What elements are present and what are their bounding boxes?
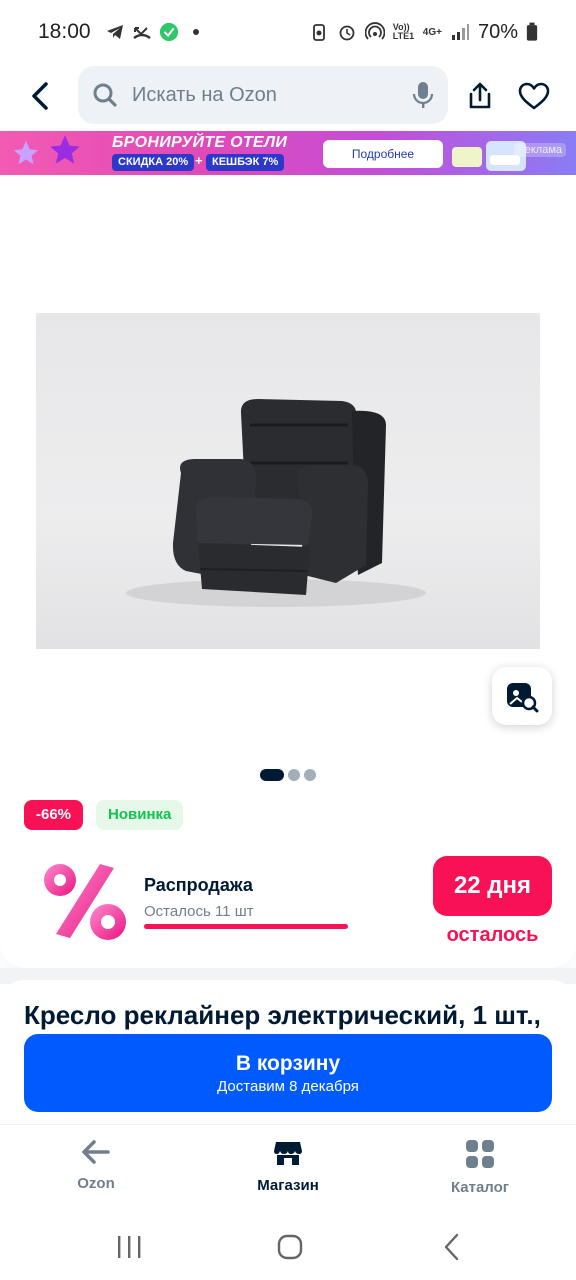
cart-button-label: В корзину — [235, 1051, 341, 1075]
nav-item-store[interactable]: Магазин — [228, 1139, 348, 1194]
nav-item-ozon[interactable]: Ozon — [36, 1139, 156, 1192]
pager-dot[interactable] — [288, 769, 300, 781]
banner-title: БРОНИРУЙТЕ ОТЕЛИ — [112, 134, 288, 151]
nav-label: Магазин — [257, 1177, 319, 1194]
image-search-icon — [507, 683, 539, 713]
star-decoration-icon — [13, 140, 39, 165]
status-bar: 18:00 Vo)) LTE1 4G+ 70% — [0, 0, 576, 64]
hotspot-icon — [364, 22, 385, 40]
header — [0, 64, 576, 128]
recliner-chair-image — [126, 399, 426, 607]
banner-cashback-chip: КЕШБЭК 7% — [206, 154, 285, 171]
battery-saver-icon — [312, 24, 325, 41]
delivery-date: Доставим 8 декабря — [217, 1077, 359, 1095]
share-icon — [469, 82, 491, 109]
discount-badge: -66% — [24, 800, 84, 830]
add-to-cart-button[interactable]: В корзину Доставим 8 декабря — [24, 1034, 552, 1112]
telegram-icon — [106, 25, 123, 39]
banner-discount-chip: СКИДКА 20% — [112, 154, 195, 171]
nav-item-catalog[interactable]: Каталог — [420, 1139, 540, 1196]
alarm-icon — [339, 25, 355, 41]
network-type-label: 4G+ — [422, 26, 442, 38]
battery-percent: 70% — [477, 20, 518, 43]
sale-progress-bar — [144, 924, 348, 929]
new-badge: Новинка — [96, 800, 184, 830]
product-image[interactable] — [36, 313, 540, 649]
product-title: Кресло реклайнер электрический, 1 шт., — [24, 1000, 541, 1030]
gallery-pager[interactable] — [260, 769, 316, 781]
pager-dot-active[interactable] — [260, 769, 284, 781]
sale-remaining: Осталось 11 шт — [144, 903, 254, 920]
recent-apps-icon — [118, 1236, 141, 1258]
photo-search-button[interactable] — [492, 667, 552, 725]
product-title-card: Кресло реклайнер электрический, 1 шт., — [0, 980, 576, 1040]
nav-label: Каталог — [450, 1179, 510, 1196]
percent-icon — [44, 864, 126, 940]
system-nav-bar — [0, 1210, 576, 1280]
pager-dot[interactable] — [304, 769, 316, 781]
banner-plus: + — [195, 153, 203, 168]
ad-label: Реклама — [513, 143, 566, 157]
ad-banner[interactable]: БРОНИРУЙТЕ ОТЕЛИ СКИДКА 20% + КЕШБЭК 7% … — [0, 131, 576, 175]
system-back-button[interactable] — [432, 1232, 472, 1262]
sale-title: Распродажа — [144, 875, 253, 895]
chevron-left-icon — [444, 1233, 459, 1261]
days-left-label: осталось — [446, 924, 539, 946]
recent-apps-button[interactable] — [109, 1232, 149, 1262]
nav-label: Ozon — [77, 1175, 115, 1192]
share-button[interactable] — [462, 78, 498, 114]
grid-icon — [466, 1140, 494, 1168]
shield-check-icon — [159, 22, 178, 42]
volte-label: Vo)) LTE1 — [392, 22, 415, 41]
days-left-badge: 22 дня — [433, 856, 552, 916]
microphone-icon[interactable] — [412, 81, 434, 109]
status-time: 18:00 — [38, 20, 91, 43]
home-icon — [277, 1234, 303, 1260]
sale-card[interactable]: Распродажа Осталось 11 шт 22 дня осталос… — [0, 842, 576, 968]
store-icon — [274, 1142, 302, 1165]
star-decoration-icon — [50, 135, 80, 164]
banner-more-button[interactable]: Подробнее — [323, 140, 443, 168]
search-input[interactable] — [132, 83, 412, 107]
search-bar[interactable] — [78, 66, 448, 124]
battery-icon — [526, 22, 538, 41]
bottom-nav: Ozon Магазин Каталог — [0, 1124, 576, 1210]
heart-icon — [518, 82, 550, 110]
home-button[interactable] — [270, 1232, 310, 1262]
search-icon — [93, 83, 117, 107]
back-button[interactable] — [22, 78, 58, 114]
favorite-button[interactable] — [514, 78, 554, 114]
signal-icon — [451, 24, 469, 40]
notification-dot-icon — [192, 29, 199, 35]
arrow-left-icon — [82, 1140, 110, 1164]
chevron-left-icon — [32, 82, 48, 110]
missed-call-icon — [132, 27, 151, 40]
